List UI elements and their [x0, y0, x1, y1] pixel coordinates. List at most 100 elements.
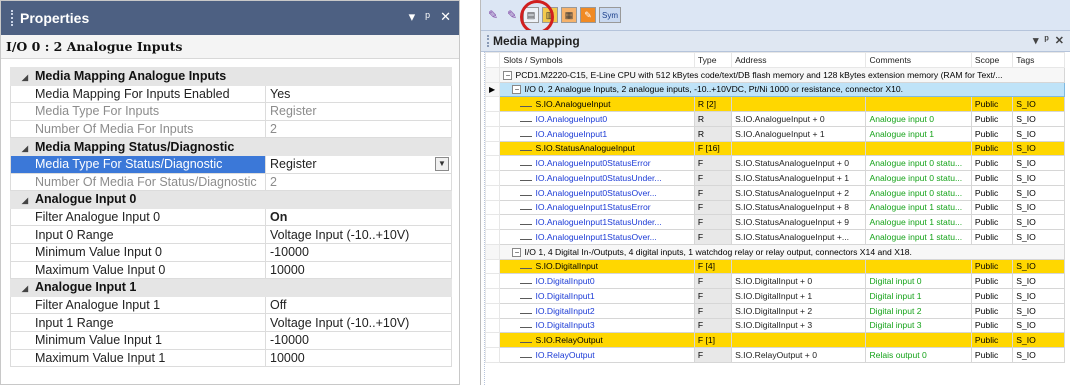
address-cell[interactable]: S.IO.StatusAnalogueInput + 2: [731, 184, 867, 201]
row-selector[interactable]: [484, 170, 501, 186]
type-cell[interactable]: F: [693, 347, 733, 363]
scope-cell[interactable]: Public: [970, 96, 1014, 112]
io-group-row[interactable]: − I/O 1, 4 Digital In-/Outputs, 4 digital…: [484, 243, 1065, 260]
collapse-triangle-icon[interactable]: ◢: [15, 144, 35, 153]
symbol-name-cell[interactable]: IO.DigitalInput0: [499, 273, 695, 289]
type-cell[interactable]: R [2]: [693, 96, 733, 112]
io-group-label[interactable]: − I/O 0, 2 Analogue Inputs, 2 analogue in…: [499, 81, 1065, 98]
comment-cell[interactable]: Analogue input 1 statu...: [865, 214, 972, 230]
category-header[interactable]: ◢ Media Mapping Status/Diagnostic: [10, 137, 452, 156]
item-row[interactable]: IO.RelayOutput F S.IO.RelayOutput + 0 Relai…: [484, 347, 1065, 363]
row-selector[interactable]: [484, 199, 501, 216]
scope-cell[interactable]: Public: [970, 229, 1014, 245]
item-row[interactable]: IO.DigitalInput0 F S.IO.DigitalInput + 0 Di…: [484, 273, 1065, 289]
scope-cell[interactable]: Public: [970, 170, 1014, 186]
property-name[interactable]: Media Type For Inputs: [10, 102, 266, 121]
edit-tool-icon[interactable]: ✎: [580, 7, 596, 23]
address-cell[interactable]: [731, 96, 867, 112]
property-name[interactable]: Number Of Media For Inputs: [10, 119, 266, 139]
type-cell[interactable]: F: [693, 214, 733, 230]
wand-tool-icon[interactable]: ✎: [485, 7, 501, 23]
type-cell[interactable]: F: [693, 199, 733, 216]
address-cell[interactable]: [731, 258, 867, 275]
property-row[interactable]: Media Type For Status/Diagnostic Register…: [10, 154, 452, 174]
tags-cell[interactable]: S_IO: [1012, 288, 1065, 304]
comment-cell[interactable]: Digital input 2: [865, 302, 972, 319]
symbol-name-cell[interactable]: IO.AnalogueInput0StatusError: [499, 155, 695, 171]
comment-cell[interactable]: [865, 258, 972, 275]
property-value[interactable]: -10000: [265, 242, 452, 262]
address-cell[interactable]: [731, 140, 867, 157]
scope-cell[interactable]: Public: [970, 258, 1014, 275]
symbol-name-cell[interactable]: IO.AnalogueInput0: [499, 111, 695, 127]
item-row[interactable]: IO.AnalogueInput1StatusUnder... F S.IO.Sta…: [484, 214, 1065, 230]
row-selector[interactable]: [484, 332, 501, 348]
device-label[interactable]: − PCD1.M2220-C15, E-Line CPU with 512 kBy…: [499, 66, 1065, 83]
property-value[interactable]: Voltage Input (-10..+10V): [265, 225, 452, 244]
tags-cell[interactable]: S_IO: [1012, 317, 1065, 334]
type-cell[interactable]: F: [693, 317, 733, 334]
symbol-name-cell[interactable]: S.IO.DigitalInput: [499, 258, 695, 275]
tags-cell[interactable]: S_IO: [1012, 258, 1065, 275]
comment-cell[interactable]: [865, 332, 972, 348]
address-cell[interactable]: S.IO.DigitalInput + 3: [731, 317, 867, 334]
tags-cell[interactable]: S_IO: [1012, 184, 1065, 201]
property-value[interactable]: 2: [265, 119, 452, 139]
comment-cell[interactable]: Analogue input 1 statu...: [865, 229, 972, 245]
property-name[interactable]: Number Of Media For Status/Diagnostic: [10, 172, 266, 192]
item-row[interactable]: IO.AnalogueInput0StatusUnder... F S.IO.Sta…: [484, 170, 1065, 186]
property-row[interactable]: Maximum Value Input 0 10000: [10, 260, 452, 280]
comment-cell[interactable]: Analogue input 0: [865, 111, 972, 127]
comment-cell[interactable]: Analogue input 1 statu...: [865, 199, 972, 216]
property-name[interactable]: Media Mapping For Inputs Enabled: [10, 84, 266, 104]
dropdown-arrow-icon[interactable]: ▼: [435, 156, 449, 171]
category-header[interactable]: ◢ Media Mapping Analogue Inputs: [10, 67, 452, 86]
symbol-name-cell[interactable]: IO.AnalogueInput0StatusUnder...: [499, 170, 695, 186]
category-row[interactable]: ◢ Analogue Input 1: [10, 278, 452, 297]
type-cell[interactable]: F: [693, 170, 733, 186]
collapse-icon[interactable]: −: [503, 70, 513, 80]
comment-cell[interactable]: Analogue input 0 statu...: [865, 155, 972, 171]
scope-cell[interactable]: Public: [970, 347, 1014, 363]
category-header[interactable]: ◢ Analogue Input 1: [10, 278, 452, 297]
symbol-name-cell[interactable]: IO.RelayOutput: [499, 347, 695, 363]
collapse-icon[interactable]: −: [512, 247, 522, 257]
symbol-tool-button[interactable]: Sym: [599, 7, 621, 23]
row-selector[interactable]: [484, 184, 501, 201]
row-selector[interactable]: [484, 96, 501, 112]
column-header[interactable]: Scope: [970, 52, 1014, 68]
comment-cell[interactable]: Digital input 3: [865, 317, 972, 334]
property-value[interactable]: Voltage Input (-10..+10V): [265, 313, 452, 332]
symbol-name-cell[interactable]: IO.DigitalInput2: [499, 302, 695, 319]
symbol-name-cell[interactable]: IO.DigitalInput1: [499, 288, 695, 304]
row-selector[interactable]: [484, 111, 501, 127]
row-selector[interactable]: [484, 214, 501, 230]
tags-cell[interactable]: S_IO: [1012, 302, 1065, 319]
symbol-name-cell[interactable]: IO.DigitalInput3: [499, 317, 695, 334]
address-cell[interactable]: S.IO.StatusAnalogueInput + 8: [731, 199, 867, 216]
type-cell[interactable]: F [4]: [693, 258, 733, 275]
type-cell[interactable]: F: [693, 155, 733, 171]
address-cell[interactable]: S.IO.StatusAnalogueInput + 0: [731, 155, 867, 171]
property-value[interactable]: -10000: [265, 330, 452, 350]
tags-cell[interactable]: S_IO: [1012, 155, 1065, 171]
category-row[interactable]: ◢ Media Mapping Analogue Inputs: [10, 67, 452, 86]
tags-cell[interactable]: S_IO: [1012, 332, 1065, 348]
tags-cell[interactable]: S_IO: [1012, 229, 1065, 245]
type-cell[interactable]: F: [693, 229, 733, 245]
symbol-row[interactable]: S.IO.DigitalInput F [4] Public S_IO: [484, 258, 1065, 275]
tags-cell[interactable]: S_IO: [1012, 214, 1065, 230]
column-header[interactable]: Slots / Symbols: [499, 52, 695, 68]
address-cell[interactable]: S.IO.AnalogueInput + 1: [731, 125, 867, 142]
scope-cell[interactable]: Public: [970, 273, 1014, 289]
comment-cell[interactable]: Analogue input 1: [865, 125, 972, 142]
item-row[interactable]: IO.AnalogueInput1StatusError F S.IO.Status…: [484, 199, 1065, 216]
symbol-name-cell[interactable]: IO.AnalogueInput1: [499, 125, 695, 142]
type-cell[interactable]: F [1]: [693, 332, 733, 348]
device-row[interactable]: − PCD1.M2220-C15, E-Line CPU with 512 kBy…: [484, 66, 1065, 83]
scope-cell[interactable]: Public: [970, 155, 1014, 171]
address-cell[interactable]: S.IO.RelayOutput + 0: [731, 347, 867, 363]
property-value[interactable]: 2: [265, 172, 452, 192]
item-row[interactable]: IO.DigitalInput2 F S.IO.DigitalInput + 2 Di…: [484, 302, 1065, 319]
scope-cell[interactable]: Public: [970, 288, 1014, 304]
